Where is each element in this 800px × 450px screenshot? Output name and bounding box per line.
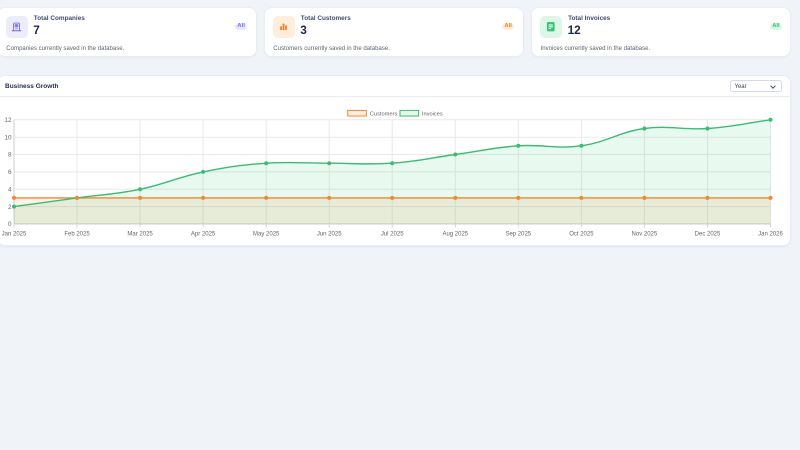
svg-text:Customers: Customers (370, 111, 398, 117)
svg-text:May 2025: May 2025 (253, 231, 280, 237)
svg-text:Jan 2026: Jan 2026 (758, 231, 783, 237)
svg-text:Dec 2025: Dec 2025 (695, 231, 721, 237)
svg-text:10: 10 (4, 134, 12, 141)
svg-text:Sep 2025: Sep 2025 (505, 231, 531, 237)
svg-text:Mar 2025: Mar 2025 (127, 231, 153, 237)
svg-text:Jul 2025: Jul 2025 (381, 231, 404, 237)
svg-text:Invoices: Invoices (422, 111, 443, 117)
svg-text:Aug 2025: Aug 2025 (442, 231, 468, 237)
svg-text:0: 0 (8, 221, 12, 228)
svg-text:Apr 2025: Apr 2025 (191, 231, 216, 237)
svg-text:Jan 2025: Jan 2025 (2, 231, 27, 237)
svg-text:Feb 2025: Feb 2025 (64, 231, 90, 237)
svg-text:Nov 2025: Nov 2025 (632, 231, 658, 237)
svg-text:4: 4 (8, 187, 12, 194)
svg-text:Oct 2025: Oct 2025 (569, 231, 594, 237)
svg-text:Jun 2025: Jun 2025 (317, 231, 342, 237)
svg-text:6: 6 (8, 169, 12, 176)
svg-text:2: 2 (8, 204, 12, 211)
svg-text:8: 8 (8, 152, 12, 159)
svg-text:12: 12 (4, 117, 12, 124)
